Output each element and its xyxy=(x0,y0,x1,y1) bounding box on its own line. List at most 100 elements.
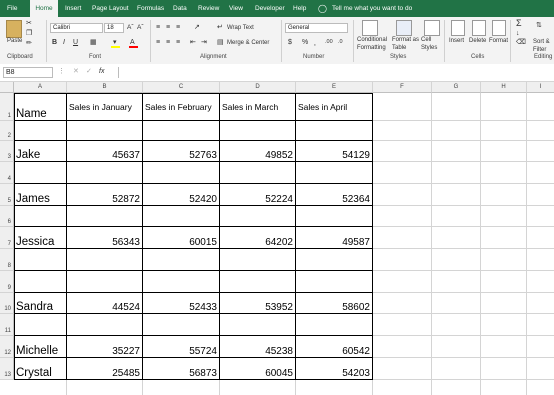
clear-icon[interactable]: ⌫ xyxy=(516,38,526,47)
menu-home[interactable]: Home xyxy=(30,0,58,17)
header-cell-month[interactable]: Sales in March xyxy=(220,93,296,121)
wrap-text-icon[interactable]: ↵ xyxy=(217,23,223,32)
cancel-icon[interactable]: ✕ xyxy=(73,67,79,76)
currency-icon[interactable]: $ xyxy=(288,38,292,47)
row-header[interactable]: 11 xyxy=(0,314,14,336)
row-header[interactable]: 8 xyxy=(0,249,14,271)
copy-icon[interactable]: ❐ xyxy=(26,29,32,38)
sales-cell[interactable]: 49587 xyxy=(296,227,373,249)
sales-cell[interactable]: 54129 xyxy=(296,141,373,162)
column-header[interactable]: G xyxy=(432,82,481,93)
increase-decimal-icon[interactable]: .00 xyxy=(325,38,333,47)
menu-insert[interactable]: Insert xyxy=(65,0,81,17)
sales-cell[interactable]: 60542 xyxy=(296,336,373,358)
cut-icon[interactable]: ✂ xyxy=(26,19,32,28)
sales-cell[interactable]: 25485 xyxy=(67,358,143,380)
row-header[interactable]: 9 xyxy=(0,271,14,293)
insert-function-icon[interactable]: fx xyxy=(99,67,104,76)
sort-filter-button[interactable]: Sort & Filter xyxy=(533,38,554,54)
bold-icon[interactable]: B xyxy=(52,38,57,47)
align-middle-icon[interactable]: ≡ xyxy=(166,23,170,32)
header-cell-month[interactable]: Sales in January xyxy=(67,93,143,121)
borders-icon[interactable]: ▦ xyxy=(90,38,97,47)
sales-cell[interactable]: 52420 xyxy=(143,184,220,206)
enter-icon[interactable]: ✓ xyxy=(86,67,92,76)
sales-cell[interactable]: 45637 xyxy=(67,141,143,162)
font-name-select[interactable]: Calibri xyxy=(50,23,103,33)
insert-cells-button[interactable]: Insert xyxy=(449,38,464,44)
underline-icon[interactable]: U xyxy=(73,38,78,47)
font-size-select[interactable]: 18 xyxy=(104,23,124,33)
decrease-indent-icon[interactable]: ⇤ xyxy=(190,38,196,47)
decrease-decimal-icon[interactable]: .0 xyxy=(338,38,343,47)
row-header[interactable]: 5 xyxy=(0,184,14,206)
sales-cell[interactable]: 56873 xyxy=(143,358,220,380)
name-cell[interactable]: Crystal xyxy=(14,358,67,380)
sales-cell[interactable]: 60045 xyxy=(220,358,296,380)
sales-cell[interactable]: 58602 xyxy=(296,293,373,314)
row-header[interactable]: 7 xyxy=(0,227,14,249)
format-cells-icon[interactable] xyxy=(492,20,506,36)
sales-cell[interactable]: 52763 xyxy=(143,141,220,162)
name-box[interactable]: B8 xyxy=(3,67,53,78)
menu-view[interactable]: View xyxy=(229,0,243,17)
sales-cell[interactable]: 64202 xyxy=(220,227,296,249)
menu-review[interactable]: Review xyxy=(198,0,219,17)
formula-input[interactable] xyxy=(118,67,554,78)
delete-cells-icon[interactable] xyxy=(472,20,486,36)
autosum-icon[interactable]: Σ xyxy=(516,19,522,28)
align-right-icon[interactable]: ≡ xyxy=(176,38,180,47)
row-header[interactable]: 3 xyxy=(0,141,14,162)
row-header[interactable]: 4 xyxy=(0,162,14,184)
menu-data[interactable]: Data xyxy=(173,0,187,17)
sales-cell[interactable]: 52872 xyxy=(67,184,143,206)
number-format-select[interactable]: General xyxy=(285,23,348,33)
increase-indent-icon[interactable]: ⇥ xyxy=(201,38,207,47)
column-header[interactable]: B xyxy=(67,82,143,93)
cell-styles-button[interactable]: Cell Styles xyxy=(421,36,441,52)
row-header[interactable]: 1 xyxy=(0,93,14,121)
column-header[interactable]: C xyxy=(143,82,220,93)
menu-formulas[interactable]: Formulas xyxy=(137,0,164,17)
header-cell-month[interactable]: Sales in February xyxy=(143,93,220,121)
name-cell[interactable]: James xyxy=(14,184,67,206)
format-as-table-button[interactable]: Format as Table xyxy=(392,36,420,52)
sales-cell[interactable]: 44524 xyxy=(67,293,143,314)
menu-page-layout[interactable]: Page Layout xyxy=(92,0,129,17)
column-header[interactable]: A xyxy=(14,82,67,93)
row-header[interactable]: 10 xyxy=(0,293,14,314)
column-header[interactable]: D xyxy=(220,82,296,93)
sales-cell[interactable]: 52433 xyxy=(143,293,220,314)
sales-cell[interactable]: 56343 xyxy=(67,227,143,249)
sales-cell[interactable]: 49852 xyxy=(220,141,296,162)
column-header[interactable]: H xyxy=(481,82,527,93)
orientation-icon[interactable]: ↗ xyxy=(194,23,200,32)
name-cell[interactable]: Jessica xyxy=(14,227,67,249)
conditional-formatting-button[interactable]: Conditional Formatting xyxy=(357,36,389,52)
sales-cell[interactable]: 52224 xyxy=(220,184,296,206)
sales-cell[interactable]: 45238 xyxy=(220,336,296,358)
paste-icon[interactable] xyxy=(6,20,22,38)
align-bottom-icon[interactable]: ≡ xyxy=(176,23,180,32)
sales-cell[interactable]: 55724 xyxy=(143,336,220,358)
menu-help[interactable]: Help xyxy=(293,0,306,17)
column-header[interactable]: E xyxy=(296,82,373,93)
format-as-table-icon[interactable] xyxy=(396,20,412,36)
wrap-text-button[interactable]: Wrap Text xyxy=(227,25,254,31)
cell-styles-icon[interactable] xyxy=(424,20,440,36)
row-header[interactable]: 13 xyxy=(0,358,14,380)
row-header[interactable]: 6 xyxy=(0,206,14,227)
header-cell-month[interactable]: Sales in April xyxy=(296,93,373,121)
column-header[interactable]: I xyxy=(527,82,554,93)
merge-center-icon[interactable]: ▤ xyxy=(217,38,224,47)
align-left-icon[interactable]: ≡ xyxy=(156,38,160,47)
delete-cells-button[interactable]: Delete xyxy=(469,38,486,44)
menu-file[interactable]: File xyxy=(7,0,25,17)
format-painter-icon[interactable]: ✏ xyxy=(26,39,32,48)
sales-cell[interactable]: 35227 xyxy=(67,336,143,358)
menu-developer[interactable]: Developer xyxy=(255,0,285,17)
merge-center-button[interactable]: Merge & Center xyxy=(227,40,269,46)
name-cell[interactable]: Sandra xyxy=(14,293,67,314)
italic-icon[interactable]: I xyxy=(63,38,65,47)
column-header[interactable]: F xyxy=(373,82,432,93)
